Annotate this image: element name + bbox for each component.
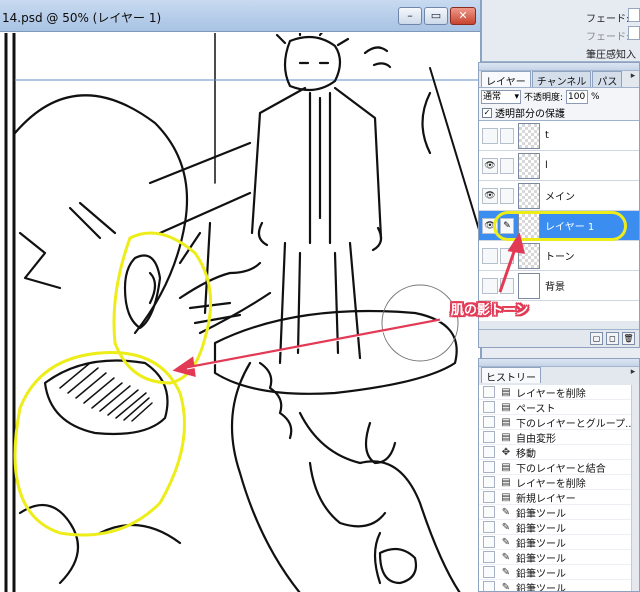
app-window: 14.psd @ 50% (レイヤー 1) – ▭ ✕ フェード: フェード: … [0,0,640,592]
annotation-overlay [498,232,526,293]
annotation-label: 肌の影トーン [451,303,529,318]
